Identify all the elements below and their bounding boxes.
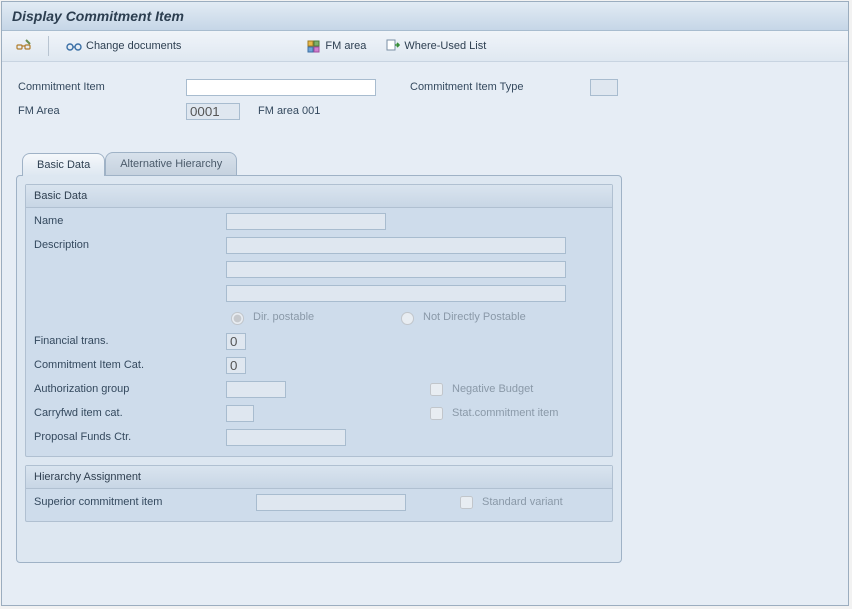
tab-alt-hierarchy[interactable]: Alternative Hierarchy bbox=[105, 152, 237, 175]
fm-area-row: FM Area FM area 001 bbox=[16, 100, 834, 122]
ci-cat-label: Commitment Item Cat. bbox=[34, 359, 226, 371]
tab-basic-data-label: Basic Data bbox=[37, 159, 90, 171]
group-basic-data: Basic Data Name Description bbox=[25, 184, 613, 457]
change-documents-button[interactable]: Change documents bbox=[59, 34, 188, 58]
tab-alt-hierarchy-label: Alternative Hierarchy bbox=[120, 158, 222, 170]
tab-basic-data[interactable]: Basic Data bbox=[22, 153, 105, 176]
neg-budget-label: Negative Budget bbox=[452, 383, 533, 395]
fin-trans-input bbox=[226, 333, 246, 350]
description-input-3 bbox=[226, 285, 566, 302]
commitment-item-row: Commitment Item Commitment Item Type bbox=[16, 76, 834, 98]
glasses-pencil-icon bbox=[16, 38, 32, 54]
commitment-item-type-label: Commitment Item Type bbox=[408, 81, 590, 93]
ci-cat-input bbox=[226, 357, 246, 374]
neg-budget-checkbox bbox=[430, 383, 443, 396]
std-variant-label: Standard variant bbox=[482, 496, 563, 508]
where-used-icon bbox=[386, 39, 400, 53]
commitment-item-type-input bbox=[590, 79, 618, 96]
carry-label: Carryfwd item cat. bbox=[34, 407, 226, 419]
fm-area-text: FM area 001 bbox=[240, 105, 320, 117]
fm-area-label: FM area bbox=[325, 40, 366, 52]
stat-ci-checkbox bbox=[430, 407, 443, 420]
std-variant-checkbox bbox=[460, 496, 473, 509]
description-input-1 bbox=[226, 237, 566, 254]
fm-area-icon bbox=[307, 39, 321, 53]
toolbar-separator bbox=[48, 36, 49, 56]
where-used-label: Where-Used List bbox=[404, 40, 486, 52]
sup-ci-label: Superior commitment item bbox=[34, 496, 256, 508]
fin-trans-label: Financial trans. bbox=[34, 335, 226, 347]
carry-input bbox=[226, 405, 254, 422]
content-area: Commitment Item Commitment Item Type FM … bbox=[2, 62, 848, 605]
group-basic-data-body: Name Description bbox=[26, 210, 612, 456]
change-documents-label: Change documents bbox=[86, 40, 181, 52]
group-hierarchy: Hierarchy Assignment Superior commitment… bbox=[25, 465, 613, 522]
tabs: Basic Data Alternative Hierarchy bbox=[22, 152, 622, 175]
tabstrip: Basic Data Alternative Hierarchy Basic D… bbox=[16, 152, 622, 563]
group-basic-data-title: Basic Data bbox=[26, 185, 612, 208]
dir-postable-radio-wrap: Dir. postable bbox=[226, 309, 396, 325]
name-label: Name bbox=[34, 215, 226, 227]
dir-postable-radio bbox=[231, 312, 244, 325]
group-hierarchy-body: Superior commitment item Standard varian… bbox=[26, 491, 612, 521]
std-variant-wrap: Standard variant bbox=[456, 493, 563, 512]
description-label: Description bbox=[34, 239, 226, 251]
toggle-display-button[interactable] bbox=[10, 34, 38, 58]
neg-budget-wrap: Negative Budget bbox=[426, 380, 533, 399]
header-fields: Commitment Item Commitment Item Type FM … bbox=[16, 76, 834, 122]
app-window: Display Commitment Item Change documents bbox=[1, 1, 849, 606]
commitment-item-input[interactable] bbox=[186, 79, 376, 96]
fm-area-label: FM Area bbox=[16, 105, 186, 117]
dir-postable-label: Dir. postable bbox=[253, 311, 314, 323]
stat-ci-label: Stat.commitment item bbox=[452, 407, 558, 419]
prop-label: Proposal Funds Ctr. bbox=[34, 431, 226, 443]
tab-body: Basic Data Name Description bbox=[16, 175, 622, 563]
not-dir-postable-radio bbox=[401, 312, 414, 325]
prop-input bbox=[226, 429, 346, 446]
titlebar: Display Commitment Item bbox=[2, 2, 848, 31]
not-dir-postable-radio-wrap: Not Directly Postable bbox=[396, 309, 526, 325]
name-input bbox=[226, 213, 386, 230]
sup-ci-input bbox=[256, 494, 406, 511]
fm-area-input bbox=[186, 103, 240, 120]
commitment-item-label: Commitment Item bbox=[16, 81, 186, 93]
page-title: Display Commitment Item bbox=[12, 8, 184, 24]
auth-grp-label: Authorization group bbox=[34, 383, 226, 395]
auth-grp-input bbox=[226, 381, 286, 398]
stat-ci-wrap: Stat.commitment item bbox=[426, 404, 558, 423]
toolbar: Change documents FM area Where-Used List bbox=[2, 31, 848, 62]
group-hierarchy-title: Hierarchy Assignment bbox=[26, 466, 612, 489]
glasses-icon bbox=[66, 39, 82, 53]
fm-area-button[interactable]: FM area bbox=[300, 34, 373, 58]
description-input-2 bbox=[226, 261, 566, 278]
not-dir-postable-label: Not Directly Postable bbox=[423, 311, 526, 323]
where-used-button[interactable]: Where-Used List bbox=[379, 34, 493, 58]
